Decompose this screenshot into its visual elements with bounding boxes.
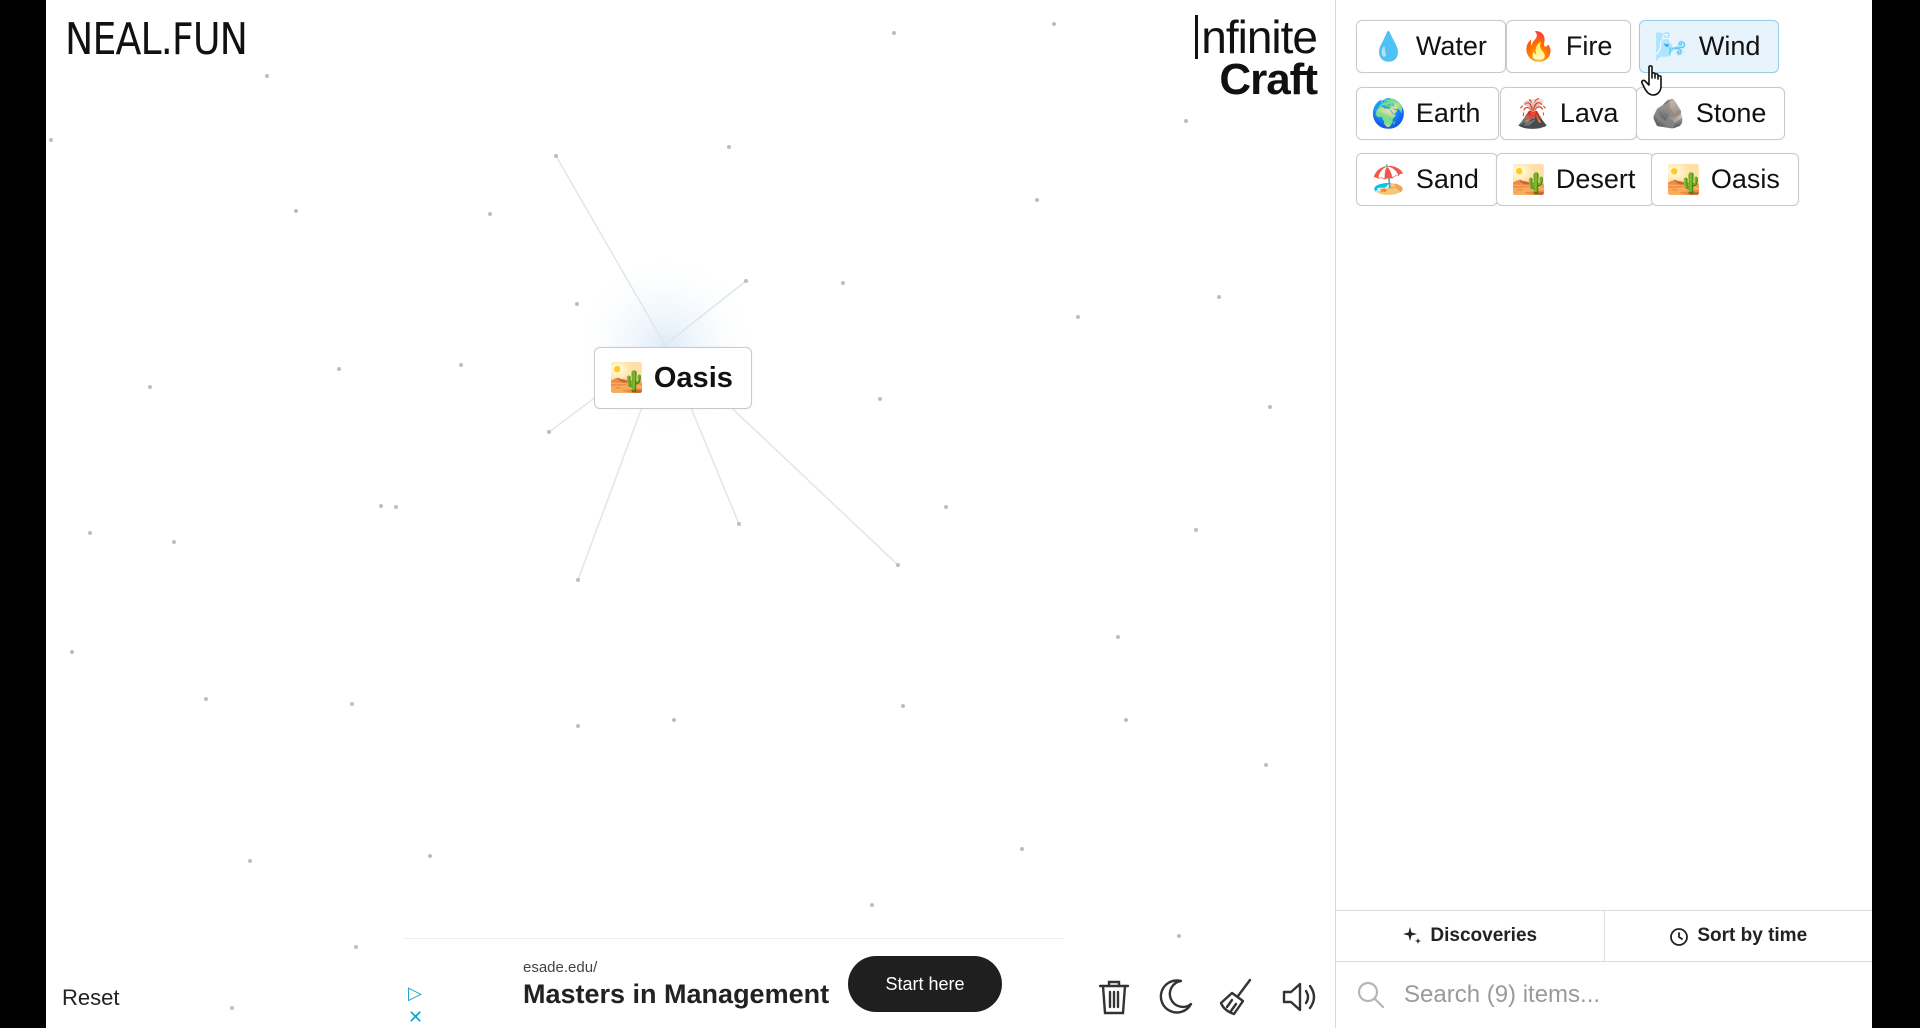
sidebar-item-desert[interactable]: 🏜️ Desert bbox=[1496, 153, 1655, 206]
water-drop-icon: 💧 bbox=[1371, 30, 1406, 62]
discoveries-button[interactable]: Discoveries bbox=[1336, 911, 1604, 961]
sidebar-item-earth[interactable]: 🌍 Earth bbox=[1356, 87, 1500, 140]
beach-icon: 🏖️ bbox=[1371, 163, 1406, 195]
sidebar-item-label: Oasis bbox=[1710, 164, 1780, 194]
search-bar bbox=[1336, 962, 1872, 1028]
sidebar-item-water[interactable]: 💧 Water bbox=[1356, 20, 1506, 73]
canvas-element-label: Oasis bbox=[653, 361, 733, 394]
search-icon bbox=[1357, 981, 1385, 1009]
app-window: NEAL.FUN nfinite Craft 🏜️ Oasis Reset ▷ … bbox=[46, 0, 1872, 1028]
globe-icon: 🌍 bbox=[1371, 97, 1406, 129]
sidebar-item-label: Wind bbox=[1698, 31, 1761, 61]
ad-close-icon[interactable]: ✕ bbox=[408, 1007, 423, 1028]
sidebar-item-oasis[interactable]: 🏜️ Oasis bbox=[1651, 153, 1799, 206]
sidebar-footer: Discoveries Sort by time bbox=[1336, 910, 1872, 1028]
wind-icon: 🌬️ bbox=[1654, 30, 1689, 62]
speaker-icon[interactable] bbox=[1278, 976, 1320, 1018]
oasis-icon: 🏜️ bbox=[609, 362, 644, 393]
sidebar-item-fire[interactable]: 🔥 Fire bbox=[1506, 20, 1632, 73]
sidebar-item-label: Sand bbox=[1415, 164, 1479, 194]
sort-by-time-button[interactable]: Sort by time bbox=[1603, 911, 1873, 961]
ad-play-icon[interactable]: ▷ bbox=[408, 983, 422, 1004]
hand-cursor-icon bbox=[1640, 65, 1662, 96]
sort-label: Sort by time bbox=[1697, 925, 1808, 946]
craft-canvas[interactable]: NEAL.FUN nfinite Craft 🏜️ Oasis Reset ▷ … bbox=[46, 0, 1335, 1028]
sidebar: 💧 Water 🔥 Fire 🌬️ Wind 🌍 Earth 🌋 Lava 🪨 bbox=[1335, 0, 1872, 1028]
sidebar-item-label: Desert bbox=[1555, 164, 1636, 194]
site-logo[interactable]: NEAL.FUN bbox=[65, 14, 248, 65]
reset-button[interactable]: Reset bbox=[62, 985, 119, 1011]
ad-cta-button[interactable]: Start here bbox=[848, 956, 1002, 1012]
ad-url[interactable]: esade.edu/ bbox=[523, 959, 597, 976]
discoveries-label: Discoveries bbox=[1430, 925, 1538, 946]
background-dots bbox=[49, 22, 1272, 1010]
ad-title[interactable]: Masters in Management bbox=[523, 979, 829, 1010]
brand-top-line: nfinite bbox=[1195, 14, 1318, 60]
text-caret-icon bbox=[1195, 15, 1199, 59]
search-input[interactable] bbox=[1402, 980, 1806, 1010]
sidebar-item-label: Water bbox=[1415, 31, 1487, 61]
sidebar-item-label: Earth bbox=[1415, 98, 1481, 128]
infinite-craft-brand: nfinite Craft bbox=[1195, 14, 1318, 104]
footer-tabs: Discoveries Sort by time bbox=[1336, 911, 1872, 962]
canvas-element-oasis[interactable]: 🏜️ Oasis bbox=[594, 347, 752, 409]
fire-icon: 🔥 bbox=[1521, 30, 1556, 62]
ad-banner[interactable]: ▷ ✕ esade.edu/ Masters in Management Sta… bbox=[403, 938, 1063, 1028]
clock-icon bbox=[1670, 928, 1689, 946]
sidebar-item-label: Fire bbox=[1565, 31, 1613, 61]
rock-icon: 🪨 bbox=[1651, 97, 1686, 129]
oasis-icon: 🏜️ bbox=[1666, 163, 1701, 195]
moon-icon[interactable] bbox=[1154, 976, 1196, 1018]
volcano-icon: 🌋 bbox=[1515, 97, 1550, 129]
sidebar-item-label: Lava bbox=[1559, 98, 1619, 128]
sidebar-item-lava[interactable]: 🌋 Lava bbox=[1500, 87, 1638, 140]
desert-icon: 🏜️ bbox=[1511, 163, 1546, 195]
broom-icon[interactable] bbox=[1216, 976, 1258, 1018]
sidebar-item-sand[interactable]: 🏖️ Sand bbox=[1356, 153, 1498, 206]
sparkle-icon bbox=[1403, 927, 1422, 944]
trash-icon[interactable] bbox=[1093, 976, 1135, 1018]
brand-bottom-text: Craft bbox=[1219, 55, 1318, 104]
sidebar-item-label: Stone bbox=[1695, 98, 1767, 128]
